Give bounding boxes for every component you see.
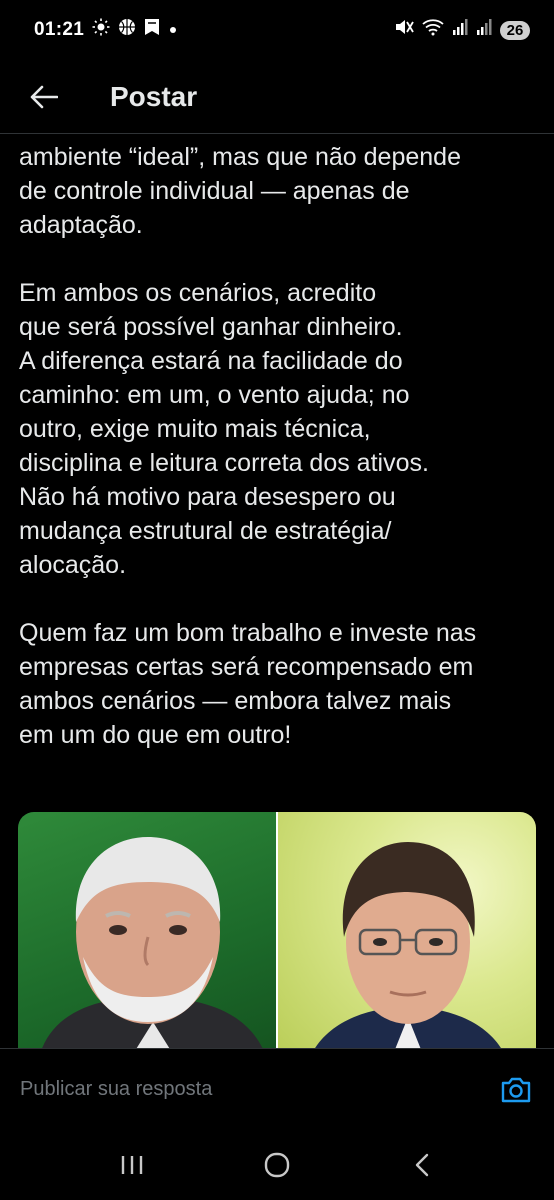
post-media[interactable]	[18, 812, 536, 1048]
battery-indicator: 26	[500, 20, 530, 40]
media-photo-right[interactable]	[278, 812, 536, 1048]
status-right: 26	[394, 18, 530, 42]
header: Postar	[0, 60, 554, 134]
reply-input[interactable]	[20, 1078, 460, 1101]
status-time: 01:21	[34, 19, 85, 40]
dot-icon	[168, 19, 178, 41]
arrow-left-icon	[30, 85, 58, 108]
system-nav-bar	[0, 1130, 554, 1200]
status-left: 01:21	[34, 18, 178, 42]
reply-bar	[0, 1048, 554, 1130]
recent-apps-icon	[122, 1156, 143, 1174]
back-button[interactable]	[28, 81, 60, 113]
home-button[interactable]	[247, 1140, 307, 1190]
mute-icon	[394, 18, 414, 42]
signal-roaming-icon	[476, 18, 492, 42]
home-icon	[264, 1152, 290, 1178]
post-text: ambiente “ideal”, mas que não depende de…	[19, 143, 477, 749]
system-back-button[interactable]	[392, 1140, 452, 1190]
camera-icon	[501, 1077, 531, 1102]
basketball-icon	[118, 18, 136, 42]
camera-button[interactable]	[498, 1072, 534, 1108]
status-bar: 01:21 26	[0, 0, 554, 60]
back-icon	[415, 1153, 428, 1177]
post-content[interactable]: ambiente “ideal”, mas que não depende de…	[0, 134, 554, 1048]
page-title: Postar	[110, 80, 198, 112]
recent-apps-button[interactable]	[102, 1140, 162, 1190]
media-photo-left[interactable]	[18, 812, 276, 1048]
wifi-icon	[422, 18, 444, 42]
signal-icon	[452, 18, 468, 42]
bookmark-icon	[144, 18, 160, 42]
sun-icon	[92, 18, 110, 42]
